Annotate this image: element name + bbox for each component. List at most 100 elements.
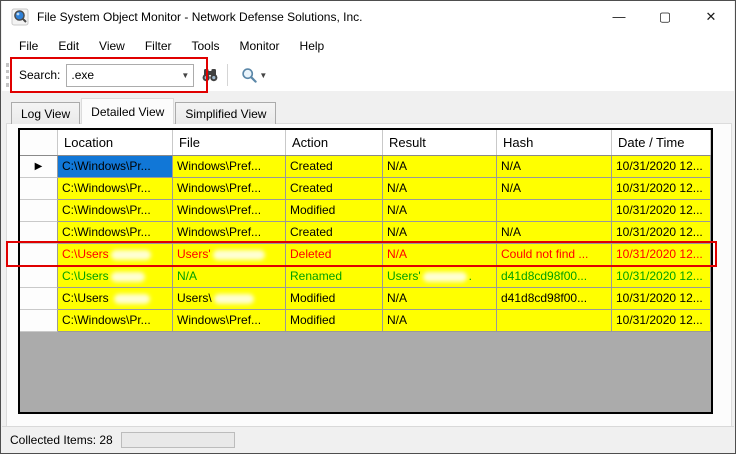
table-row[interactable]: C:\UsersN/ARenamedUsers'.d41d8cd98f00...…	[20, 266, 711, 288]
cell-hash[interactable]: d41d8cd98f00...	[497, 266, 612, 288]
cell-result[interactable]: N/A	[383, 200, 497, 222]
table-row[interactable]: C:\UsersUsers'DeletedN/ACould not find .…	[20, 244, 711, 266]
cell-action[interactable]: Renamed	[286, 266, 383, 288]
cell-date-time[interactable]: 10/31/2020 12...	[612, 244, 711, 266]
progress-bar	[121, 432, 235, 448]
search-combobox[interactable]: ▼	[66, 64, 194, 87]
cell-date-time[interactable]: 10/31/2020 12...	[612, 200, 711, 222]
cell-location[interactable]: C:\Users	[58, 288, 173, 310]
magnifier-dropdown-arrow-icon[interactable]: ▼	[259, 71, 267, 80]
column-header-location[interactable]: Location	[58, 130, 173, 155]
menu-filter[interactable]: Filter	[135, 35, 182, 57]
row-header-cell[interactable]	[20, 266, 58, 288]
cell-hash[interactable]	[497, 310, 612, 332]
row-header-cell[interactable]	[20, 178, 58, 200]
cell-result[interactable]: N/A	[383, 156, 497, 178]
cell-action[interactable]: Modified	[286, 200, 383, 222]
cell-file[interactable]: Windows\Pref...	[173, 222, 286, 244]
cell-action[interactable]: Created	[286, 222, 383, 244]
column-header-date-time[interactable]: Date / Time	[612, 130, 711, 155]
cell-result[interactable]: N/A	[383, 222, 497, 244]
row-header-cell[interactable]	[20, 222, 58, 244]
maximize-button[interactable]: ▢	[642, 1, 688, 32]
menu-tools[interactable]: Tools	[182, 35, 230, 57]
table-row[interactable]: C:\Users Users\ModifiedN/Ad41d8cd98f00..…	[20, 288, 711, 310]
cell-file[interactable]: Users\	[173, 288, 286, 310]
tab-strip: Log View Detailed View Simplified View	[11, 98, 277, 124]
cell-file[interactable]: Windows\Pref...	[173, 156, 286, 178]
row-header-cell[interactable]	[20, 200, 58, 222]
app-icon	[11, 8, 29, 26]
search-input[interactable]	[67, 68, 177, 82]
cell-location[interactable]: C:\Windows\Pr...	[58, 178, 173, 200]
cell-file[interactable]: Windows\Pref...	[173, 200, 286, 222]
cell-result[interactable]: N/A	[383, 310, 497, 332]
collected-items-label: Collected Items: 28	[10, 433, 113, 447]
cell-hash[interactable]: N/A	[497, 156, 612, 178]
cell-hash[interactable]: Could not find ...	[497, 244, 612, 266]
row-header-cell[interactable]: ▶	[20, 156, 58, 178]
search-toolbar: Search: ▼ ▼	[2, 59, 734, 91]
cell-location[interactable]: C:\Users	[58, 244, 173, 266]
menu-help[interactable]: Help	[290, 35, 335, 57]
grid-corner-cell[interactable]	[20, 130, 58, 155]
current-row-arrow-icon: ▶	[35, 162, 43, 172]
table-row[interactable]: C:\Windows\Pr...Windows\Pref...CreatedN/…	[20, 222, 711, 244]
cell-result[interactable]: N/A	[383, 178, 497, 200]
minimize-button[interactable]: —	[596, 1, 642, 32]
table-row[interactable]: C:\Windows\Pr...Windows\Pref...ModifiedN…	[20, 200, 711, 222]
cell-file[interactable]: Windows\Pref...	[173, 310, 286, 332]
cell-location[interactable]: C:\Users	[58, 266, 173, 288]
cell-file[interactable]: N/A	[173, 266, 286, 288]
cell-result[interactable]: Users'.	[383, 266, 497, 288]
tab-simplified-view[interactable]: Simplified View	[175, 102, 276, 124]
column-header-file[interactable]: File	[173, 130, 286, 155]
cell-hash[interactable]	[497, 200, 612, 222]
cell-action[interactable]: Created	[286, 178, 383, 200]
cell-action[interactable]: Modified	[286, 310, 383, 332]
tab-detailed-view[interactable]: Detailed View	[81, 98, 174, 124]
cell-location[interactable]: C:\Windows\Pr...	[58, 222, 173, 244]
table-row[interactable]: C:\Windows\Pr...Windows\Pref...ModifiedN…	[20, 310, 711, 332]
cell-date-time[interactable]: 10/31/2020 12...	[612, 266, 711, 288]
column-header-hash[interactable]: Hash	[497, 130, 612, 155]
cell-action[interactable]: Created	[286, 156, 383, 178]
menu-monitor[interactable]: Monitor	[230, 35, 290, 57]
menu-view[interactable]: View	[89, 35, 135, 57]
row-header-cell[interactable]	[20, 310, 58, 332]
close-button[interactable]: ✕	[688, 1, 734, 32]
table-row[interactable]: ▶C:\Windows\Pr...Windows\Pref...CreatedN…	[20, 156, 711, 178]
cell-file[interactable]: Users'	[173, 244, 286, 266]
row-header-cell[interactable]	[20, 288, 58, 310]
tab-log-view[interactable]: Log View	[11, 102, 80, 124]
cell-hash[interactable]: N/A	[497, 222, 612, 244]
toolbar-separator	[227, 64, 228, 86]
redacted-text	[423, 272, 467, 282]
cell-date-time[interactable]: 10/31/2020 12...	[612, 178, 711, 200]
column-header-result[interactable]: Result	[383, 130, 497, 155]
search-options-button[interactable]: ▼	[235, 62, 273, 88]
cell-result[interactable]: N/A	[383, 288, 497, 310]
redacted-text	[111, 272, 145, 282]
table-row[interactable]: C:\Windows\Pr...Windows\Pref...CreatedN/…	[20, 178, 711, 200]
column-header-action[interactable]: Action	[286, 130, 383, 155]
cell-result[interactable]: N/A	[383, 244, 497, 266]
cell-file[interactable]: Windows\Pref...	[173, 178, 286, 200]
toolbar-grip[interactable]	[6, 63, 9, 87]
cell-location[interactable]: C:\Windows\Pr...	[58, 200, 173, 222]
menu-edit[interactable]: Edit	[48, 35, 89, 57]
cell-location[interactable]: C:\Windows\Pr...	[58, 310, 173, 332]
combo-dropdown-arrow-icon[interactable]: ▼	[177, 71, 193, 80]
cell-date-time[interactable]: 10/31/2020 12...	[612, 288, 711, 310]
menu-file[interactable]: File	[9, 35, 48, 57]
cell-action[interactable]: Deleted	[286, 244, 383, 266]
cell-date-time[interactable]: 10/31/2020 12...	[612, 310, 711, 332]
find-binoculars-button[interactable]	[197, 62, 223, 88]
cell-date-time[interactable]: 10/31/2020 12...	[612, 156, 711, 178]
cell-hash[interactable]: d41d8cd98f00...	[497, 288, 612, 310]
cell-date-time[interactable]: 10/31/2020 12...	[612, 222, 711, 244]
row-header-cell[interactable]	[20, 244, 58, 266]
cell-location[interactable]: C:\Windows\Pr...	[58, 156, 173, 178]
cell-action[interactable]: Modified	[286, 288, 383, 310]
cell-hash[interactable]: N/A	[497, 178, 612, 200]
